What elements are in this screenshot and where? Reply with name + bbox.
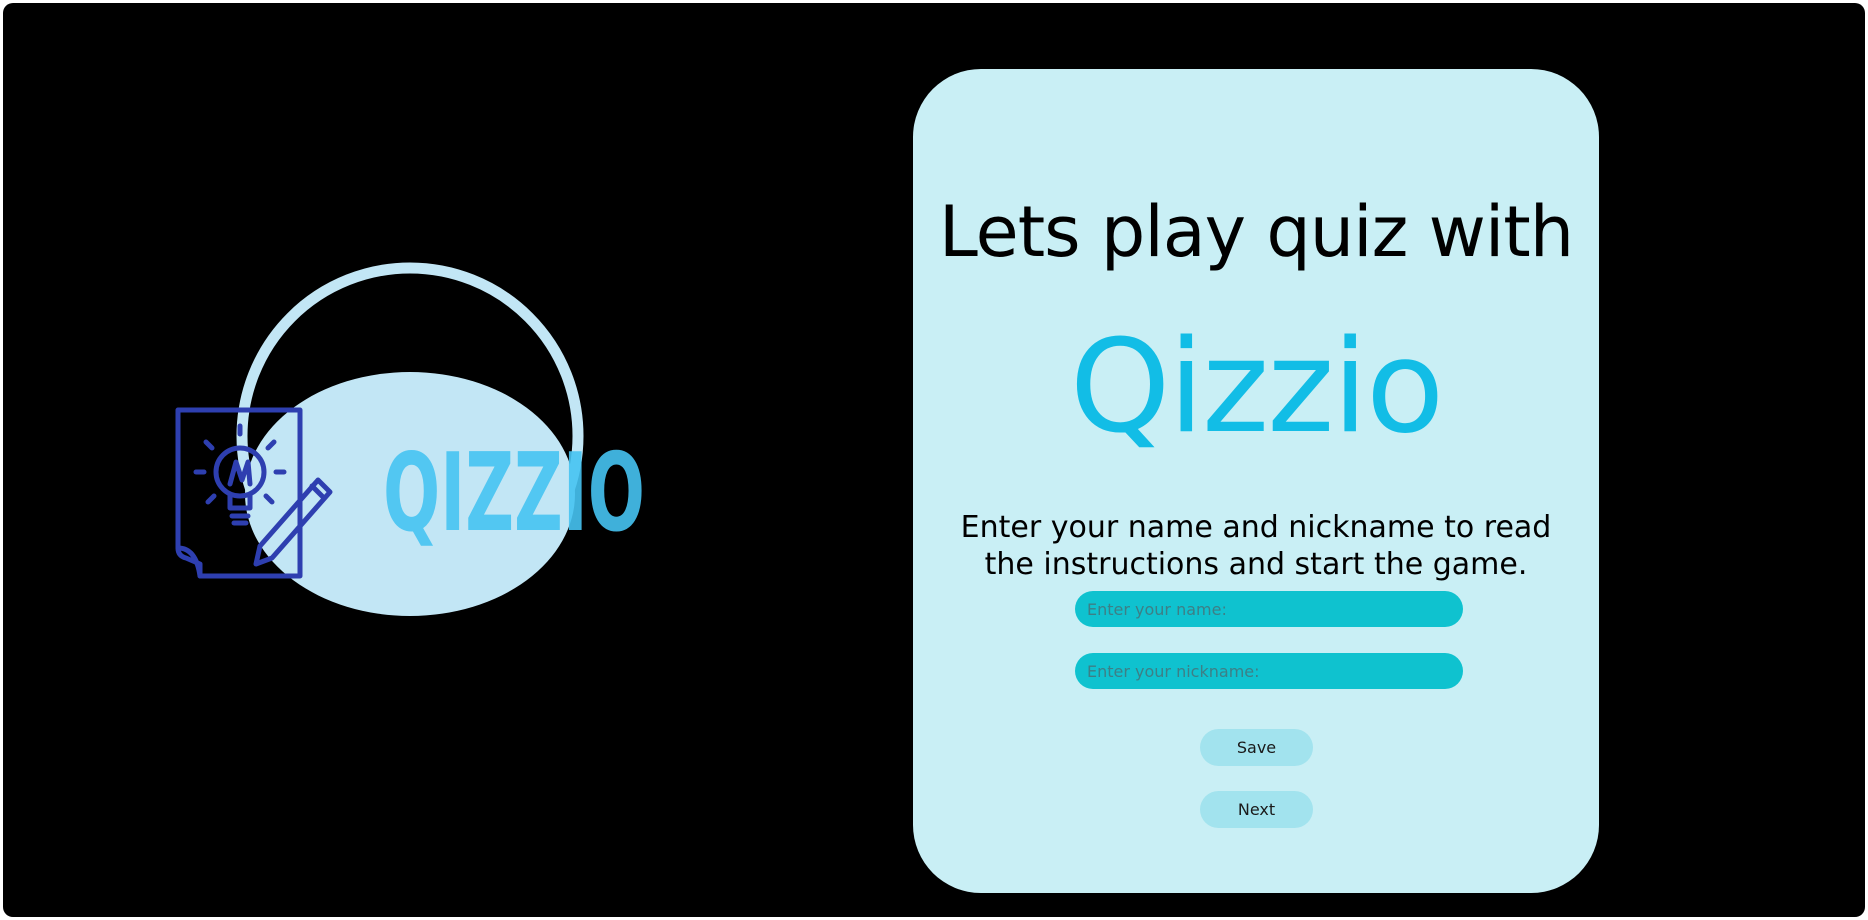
login-card: Lets play quiz with Qizzio Enter your na…	[913, 69, 1599, 893]
page-title: Lets play quiz with	[938, 191, 1574, 273]
nickname-input[interactable]	[1075, 653, 1463, 689]
qizzio-logo: QIZZIO	[175, 262, 645, 616]
save-button[interactable]: Save	[1200, 729, 1313, 766]
next-button[interactable]: Next	[1200, 791, 1313, 828]
instructions-text: Enter your name and nickname to read the…	[960, 510, 1552, 582]
logo-wordmark: QIZZIO	[383, 431, 645, 556]
name-input[interactable]	[1075, 591, 1463, 627]
page-background: QIZZIO Lets play quiz with Qizzio Enter …	[3, 3, 1865, 917]
brand-name: Qizzio	[1069, 313, 1445, 462]
